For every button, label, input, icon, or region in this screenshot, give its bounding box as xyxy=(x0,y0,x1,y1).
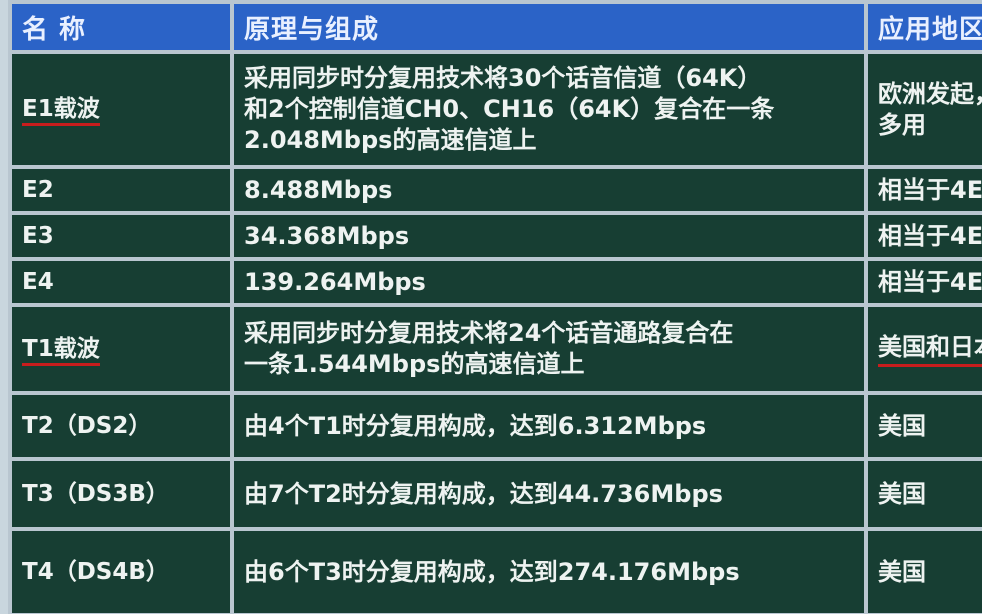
principle-line: 由6个T3时分复用构成，达到274.176Mbps xyxy=(244,557,740,586)
row-name: E4 xyxy=(8,257,234,307)
row-name: T3（DS3B） xyxy=(8,457,234,531)
row-region: 相当于4E2 xyxy=(864,211,982,261)
row-region: 欧洲发起，除 多用 xyxy=(864,50,982,169)
region-line: 相当于4E2 xyxy=(878,221,982,250)
principle-line: 139.264Mbps xyxy=(244,267,426,296)
row-name: E2 xyxy=(8,165,234,215)
table-row: E3 34.368Mbps 相当于4E2 xyxy=(8,211,982,261)
row-principle: 采用同步时分复用技术将24个话音通路复合在 一条1.544Mbps的高速信道上 xyxy=(230,303,868,395)
principle-line: 34.368Mbps xyxy=(244,221,410,250)
row-region: 美国 xyxy=(864,391,982,461)
row-region: 美国和日本 xyxy=(864,303,982,395)
region-line: 多用 xyxy=(878,110,926,139)
table-row: E4 139.264Mbps 相当于4E3 xyxy=(8,257,982,307)
row-name-text: E1载波 xyxy=(22,96,100,126)
region-line: 美国 xyxy=(878,479,926,508)
principle-line: 由7个T2时分复用构成，达到44.736Mbps xyxy=(244,479,723,508)
row-name: T4（DS4B） xyxy=(8,527,234,614)
row-principle: 34.368Mbps xyxy=(230,211,868,261)
region-line: 相当于4E3 xyxy=(878,267,982,296)
principle-line: 采用同步时分复用技术将24个话音通路复合在 xyxy=(244,319,734,347)
principle-line: 2.048Mbps的高速信道上 xyxy=(244,126,537,154)
table-row: T4（DS4B） 由6个T3时分复用构成，达到274.176Mbps 美国 xyxy=(8,527,982,614)
region-line: 美国 xyxy=(878,411,926,440)
table-row: T2（DS2） 由4个T1时分复用构成，达到6.312Mbps 美国 xyxy=(8,391,982,461)
row-name: E1载波 xyxy=(8,50,234,169)
carrier-table: 名 称 原理与组成 应用地区 E1载波 采用同步时分复用技术将30个话音信道（6… xyxy=(8,0,982,614)
table-row: E2 8.488Mbps 相当于4E1 xyxy=(8,165,982,215)
row-region: 相当于4E3 xyxy=(864,257,982,307)
header-region: 应用地区 xyxy=(864,0,982,54)
principle-line: 和2个控制信道CH0、CH16（64K）复合在一条 xyxy=(244,95,775,123)
principle-line: 由4个T1时分复用构成，达到6.312Mbps xyxy=(244,411,707,440)
row-principle: 由7个T2时分复用构成，达到44.736Mbps xyxy=(230,457,868,531)
row-principle: 由4个T1时分复用构成，达到6.312Mbps xyxy=(230,391,868,461)
row-name-text: T1载波 xyxy=(22,335,100,366)
principle-line: 采用同步时分复用技术将30个话音信道（64K） xyxy=(244,64,762,92)
row-name: T1载波 xyxy=(8,303,234,395)
row-region: 美国 xyxy=(864,457,982,531)
principle-line: 一条1.544Mbps的高速信道上 xyxy=(244,350,585,378)
slide-screen: 名 称 原理与组成 应用地区 E1载波 采用同步时分复用技术将30个话音信道（6… xyxy=(0,0,982,614)
table-row: T1载波 采用同步时分复用技术将24个话音通路复合在 一条1.544Mbps的高… xyxy=(8,303,982,395)
region-line: 相当于4E1 xyxy=(878,175,982,204)
row-name: E3 xyxy=(8,211,234,261)
row-principle: 由6个T3时分复用构成，达到274.176Mbps xyxy=(230,527,868,614)
principle-line: 8.488Mbps xyxy=(244,175,393,204)
row-region: 相当于4E1 xyxy=(864,165,982,215)
header-principle: 原理与组成 xyxy=(230,0,868,54)
table-row: E1载波 采用同步时分复用技术将30个话音信道（64K） 和2个控制信道CH0、… xyxy=(8,50,982,169)
region-line: 美国和日本 xyxy=(878,332,982,367)
row-principle: 采用同步时分复用技术将30个话音信道（64K） 和2个控制信道CH0、CH16（… xyxy=(230,50,868,169)
row-principle: 8.488Mbps xyxy=(230,165,868,215)
row-region: 美国 xyxy=(864,527,982,614)
table-header-row: 名 称 原理与组成 应用地区 xyxy=(8,0,982,54)
region-line: 美国 xyxy=(878,557,926,586)
row-principle: 139.264Mbps xyxy=(230,257,868,307)
region-line: 欧洲发起，除 xyxy=(878,79,982,108)
table-row: T3（DS3B） 由7个T2时分复用构成，达到44.736Mbps 美国 xyxy=(8,457,982,531)
row-name: T2（DS2） xyxy=(8,391,234,461)
header-name: 名 称 xyxy=(8,0,234,54)
